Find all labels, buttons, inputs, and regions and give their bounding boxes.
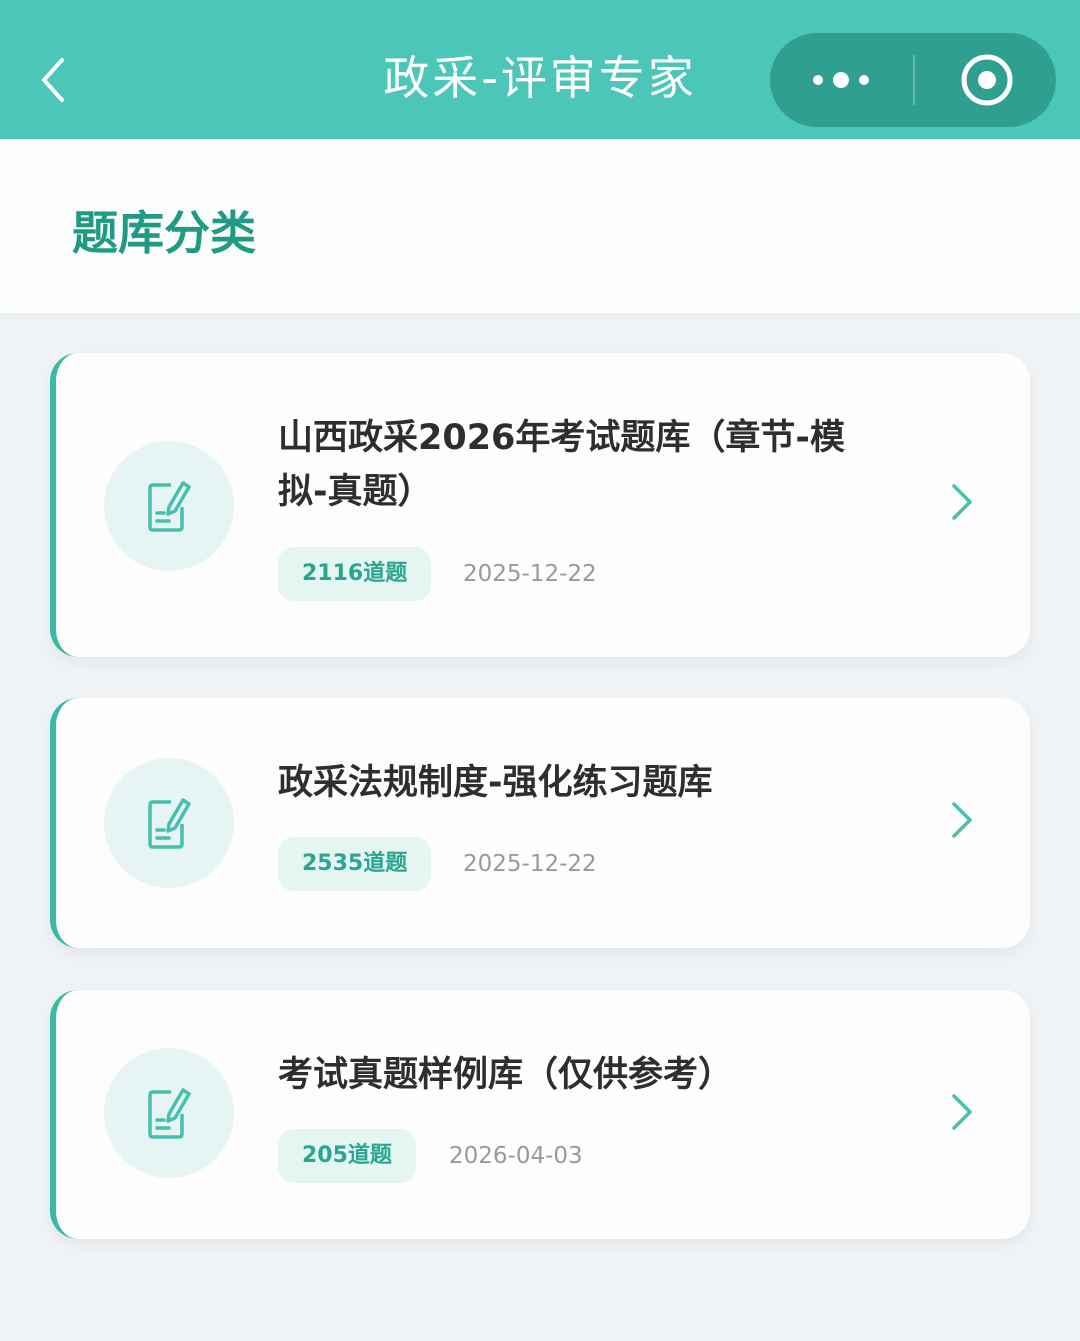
card-date: 2026-04-03 [449,1143,583,1169]
chevron-right-icon [952,1094,972,1130]
card-title-line: 拟-真题） [278,472,433,512]
question-count-badge: 2535道题 [278,837,432,891]
question-count-badge: 2116道题 [278,547,432,601]
card-date: 2025-12-22 [463,561,597,587]
section-header: 题库分类 [0,139,1080,313]
card-title: 政采法规制度-强化练习题库 [278,756,918,810]
question-bank-card[interactable]: 考试真题样例库（仅供参考） 205道题 2026-04-03 [50,990,1030,1239]
question-bank-card[interactable]: 山西政采2026年考试题库（章节-模 拟-真题） 2116道题 2025-12-… [50,353,1030,657]
edit-document-icon [148,481,191,532]
section-title: 题库分类 [72,206,256,260]
card-icon-wrapper [104,1048,234,1178]
question-count-badge: 205道题 [278,1129,416,1183]
navbar: 政采-评审专家 [0,0,1080,139]
edit-document-icon [148,798,191,849]
question-bank-card[interactable]: 政采法规制度-强化练习题库 2535道题 2025-12-22 [50,698,1030,948]
close-button[interactable] [915,33,1056,127]
chevron-right-icon [952,802,972,838]
edit-document-icon [148,1088,191,1139]
card-title-line: 山西政采2026年考试题库（章节-模 [278,418,845,458]
card-title: 山西政采2026年考试题库（章节-模 拟-真题） [278,411,918,519]
card-title-line: 政采法规制度-强化练习题库 [278,763,713,803]
chevron-right-icon [952,484,972,520]
card-icon-wrapper [104,758,234,888]
card-title-line: 考试真题样例库（仅供参考） [278,1055,734,1095]
mini-program-capsule [770,33,1056,127]
card-date: 2025-12-22 [463,851,597,877]
card-icon-wrapper [104,441,234,571]
target-circle-icon [961,54,1013,106]
more-button[interactable] [770,33,913,127]
card-title: 考试真题样例库（仅供参考） [278,1048,918,1102]
more-dots-icon [813,72,869,88]
